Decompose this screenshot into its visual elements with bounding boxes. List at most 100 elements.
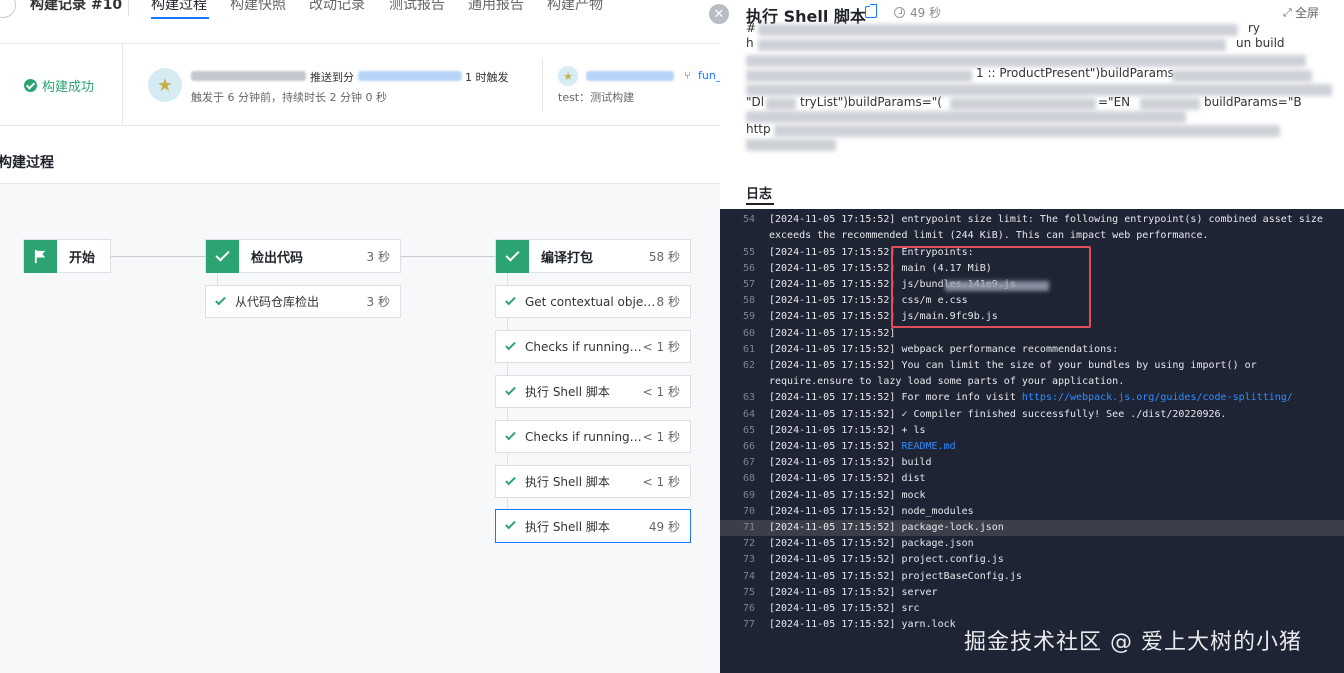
- log-line: 67 [2024-11-05 17:15:52] build: [742, 457, 932, 468]
- stage-label: 编译打包: [541, 250, 594, 266]
- stage-connector: [401, 256, 495, 257]
- step-connector: [217, 273, 218, 285]
- tab-build-process[interactable]: 构建过程: [151, 0, 207, 14]
- step-duration: < 1 秒: [642, 475, 680, 489]
- step-shell-script-selected[interactable]: 执行 Shell 脚本 49 秒: [495, 509, 691, 543]
- step-checkout-repo[interactable]: 从代码仓库检出 3 秒: [205, 285, 401, 318]
- test-label: test：测试构建: [558, 91, 635, 104]
- log-line: 66 [2024-11-05 17:15:52] README.md: [742, 441, 956, 452]
- stage-build[interactable]: 编译打包 58 秒: [495, 239, 691, 273]
- trigger-user-avatar[interactable]: ★: [148, 68, 182, 102]
- webpack-docs-link[interactable]: https://webpack.js.org/guides/code-split…: [1022, 392, 1293, 403]
- log-line: 60 [2024-11-05 17:15:52]: [742, 328, 896, 339]
- log-line-highlighted: 71 [2024-11-05 17:15:52] package-lock.jso…: [720, 520, 1344, 536]
- tab-general-report[interactable]: 通用报告: [468, 0, 524, 14]
- step-shell-script[interactable]: 执行 Shell 脚本 < 1 秒: [495, 375, 691, 408]
- redacted-command: [746, 111, 1186, 123]
- step-label: Checks if running o...: [525, 339, 643, 354]
- log-line: 63 [2024-11-05 17:15:52] For more info vi…: [742, 392, 1293, 403]
- step-label: 执行 Shell 脚本: [525, 475, 610, 489]
- step-shell-script[interactable]: 执行 Shell 脚本 < 1 秒: [495, 465, 691, 498]
- log-line: 76 [2024-11-05 17:15:52] src: [742, 603, 920, 614]
- tab-build-artifacts[interactable]: 构建产物: [547, 0, 603, 14]
- active-tab-indicator: [151, 17, 209, 19]
- trigger-time-text: 1 时触发: [465, 71, 509, 84]
- log-line: 74 [2024-11-05 17:15:52] projectBaseConfi…: [742, 571, 1022, 582]
- step-label: Checks if running o...: [525, 429, 643, 444]
- branch-link[interactable]: fun_: [698, 69, 720, 82]
- log-line: 68 [2024-11-05 17:15:52] dist: [742, 473, 926, 484]
- commit-user-avatar[interactable]: ★: [558, 66, 578, 86]
- command-fragment: "Dl: [746, 95, 765, 109]
- readme-link[interactable]: README.md: [901, 441, 955, 452]
- redacted-command: [746, 70, 972, 82]
- summary-divider: [122, 44, 123, 126]
- trigger-meta: 触发于 6 分钟前，持续时长 2 分钟 0 秒: [191, 91, 387, 104]
- success-check-icon: [24, 79, 37, 92]
- redacted-command: [1140, 98, 1200, 110]
- step-label: 执行 Shell 脚本: [525, 519, 610, 534]
- redacted-command: [758, 24, 1238, 36]
- log-line: 75 [2024-11-05 17:15:52] server: [742, 587, 938, 598]
- step-get-context[interactable]: Get contextual object ... 8 秒: [495, 285, 691, 318]
- log-line: 65 [2024-11-05 17:15:52] + ls: [742, 425, 926, 436]
- log-line: require.ensure to lazy load some parts o…: [769, 376, 1125, 387]
- external-link-icon[interactable]: [865, 4, 877, 18]
- panel-duration: 49 秒: [910, 6, 942, 20]
- log-line: 61 [2024-11-05 17:15:52] webpack performa…: [742, 344, 1119, 355]
- log-line: 54 [2024-11-05 17:15:52] entrypoint size …: [742, 214, 1323, 225]
- redacted-command: [774, 125, 1280, 137]
- stage-checkout[interactable]: 检出代码 3 秒: [205, 239, 401, 273]
- tab-log[interactable]: 日志: [746, 183, 772, 202]
- step-checks-running[interactable]: Checks if running o... < 1 秒: [495, 330, 691, 363]
- command-fragment: tryList")buildParams="(: [800, 95, 942, 109]
- tab-test-report[interactable]: 测试报告: [389, 0, 445, 14]
- build-record-title: 构建记录 #10: [30, 0, 123, 13]
- tab-change-log[interactable]: 改动记录: [309, 0, 365, 14]
- redacted-commit: [586, 71, 674, 81]
- redacted-command: [746, 139, 836, 151]
- step-detail-panel: 执行 Shell 脚本 49 秒 ⤢ 全屏 # ry h un build 1 …: [720, 0, 1344, 673]
- fullscreen-button[interactable]: 全屏: [1295, 4, 1319, 21]
- command-fragment: #: [746, 21, 757, 35]
- step-duration: < 1 秒: [642, 385, 680, 399]
- step-checks-running[interactable]: Checks if running o... < 1 秒: [495, 420, 691, 453]
- step-label: 从代码仓库检出: [235, 295, 320, 309]
- active-tab-indicator: [746, 203, 774, 205]
- close-panel-button[interactable]: ✕: [709, 4, 729, 24]
- redacted-user-name: [191, 71, 306, 81]
- command-fragment: ry: [1248, 21, 1261, 35]
- command-fragment: un build: [1236, 36, 1285, 50]
- stage-duration: 58 秒: [648, 249, 680, 264]
- log-line: 72 [2024-11-05 17:15:52] package.json: [742, 538, 974, 549]
- git-branch-icon: ⑂: [684, 69, 691, 82]
- log-line: 70 [2024-11-05 17:15:52] node_modules: [742, 506, 974, 517]
- step-label: Get contextual object ...: [525, 294, 657, 309]
- log-line: 64 [2024-11-05 17:15:52] ✓ Compiler finis…: [742, 409, 1227, 420]
- redacted-command: [766, 98, 796, 110]
- log-line: exceeds the recommended limit (244 KiB).…: [769, 230, 1209, 241]
- check-icon: [496, 239, 529, 273]
- step-duration: < 1 秒: [642, 340, 680, 354]
- stage-duration: 3 秒: [366, 249, 390, 264]
- tab-build-snapshot[interactable]: 构建快照: [230, 0, 286, 14]
- redacted-command: [1172, 70, 1312, 82]
- step-duration: 49 秒: [648, 519, 680, 534]
- step-duration: < 1 秒: [642, 430, 680, 444]
- step-duration: 3 秒: [366, 295, 390, 309]
- command-fragment: http: [746, 122, 771, 136]
- stage-start[interactable]: 开始: [23, 239, 111, 273]
- fullscreen-icon[interactable]: ⤢: [1283, 6, 1292, 20]
- entrypoints-highlight-box: [891, 246, 1091, 328]
- stage-label: 开始: [69, 250, 96, 266]
- trigger-action-text: 推送到分: [310, 71, 354, 84]
- back-button[interactable]: [0, 0, 16, 18]
- stage-label: 检出代码: [251, 250, 304, 266]
- log-line: 73 [2024-11-05 17:15:52] project.config.j…: [742, 554, 1004, 565]
- build-status-text: 构建成功: [42, 80, 95, 95]
- stage-connector: [111, 256, 205, 257]
- redacted-branch-name: [358, 71, 462, 81]
- process-title: 构建过程: [0, 155, 54, 171]
- top-navigation: 构建记录 #10 构建过程 构建快照 改动记录 测试报告 通用报告 构建产物: [0, 0, 720, 44]
- redacted-command: [758, 39, 1226, 51]
